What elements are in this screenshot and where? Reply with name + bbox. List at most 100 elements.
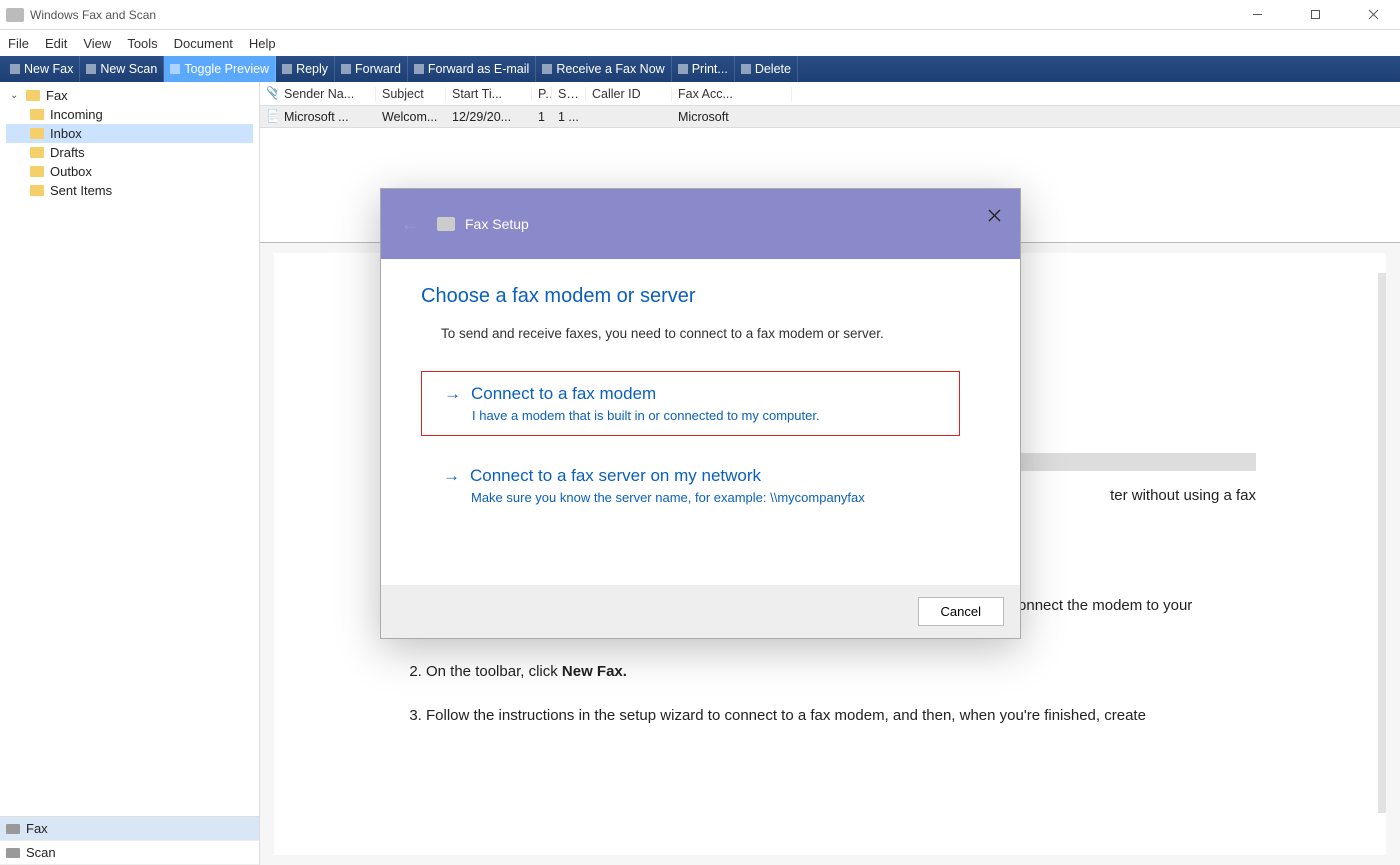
fax-icon [437, 217, 455, 231]
cell-account: Microsoft [672, 110, 792, 124]
menu-tools[interactable]: Tools [127, 36, 157, 51]
close-button[interactable] [1358, 1, 1388, 29]
email-icon [414, 64, 424, 74]
arrow-right-icon: → [443, 466, 460, 486]
toolbar: New Fax New Scan Toggle Preview Reply Fo… [0, 56, 1400, 82]
cell-attach: 📄 [260, 109, 278, 124]
tree-label: Drafts [50, 145, 85, 160]
col-subject[interactable]: Subject [376, 87, 446, 101]
option-server-title: Connect to a fax server on my network [470, 466, 761, 486]
window-title: Windows Fax and Scan [30, 8, 1242, 22]
fax-setup-dialog: ← Fax Setup Choose a fax modem or server… [380, 188, 1021, 639]
receive-icon [542, 64, 552, 74]
tree-label: Sent Items [50, 183, 112, 198]
new-scan-button[interactable]: New Scan [80, 56, 164, 82]
arrow-right-icon: → [444, 384, 461, 404]
minimize-button[interactable] [1242, 1, 1272, 29]
delete-button[interactable]: Delete [735, 56, 798, 82]
titlebar: Windows Fax and Scan [0, 0, 1400, 30]
tree-item-sent[interactable]: Sent Items [6, 181, 253, 200]
doc-step-2-text: On the toolbar, click [426, 663, 562, 680]
dialog-titlebar: ← Fax Setup [381, 189, 1020, 259]
doc-step-3: Follow the instructions in the setup wiz… [426, 705, 1256, 728]
menu-bar: File Edit View Tools Document Help [0, 30, 1400, 56]
forward-email-button[interactable]: Forward as E-mail [408, 56, 536, 82]
scan-icon [6, 848, 20, 858]
column-headers: 📎 Sender Na... Subject Start Ti... P... … [260, 82, 1400, 106]
new-fax-button[interactable]: New Fax [4, 56, 80, 82]
col-pages[interactable]: P... [532, 87, 552, 101]
dialog-title: Fax Setup [465, 216, 529, 232]
tree-root-fax[interactable]: ⌄ Fax [6, 86, 253, 105]
forward-icon [341, 64, 351, 74]
preview-scrollbar[interactable] [1378, 273, 1386, 813]
folder-icon [30, 147, 44, 158]
dialog-heading: Choose a fax modem or server [421, 285, 960, 308]
forward-label: Forward [355, 62, 401, 76]
tree-root-label: Fax [46, 88, 68, 103]
delete-icon [741, 64, 751, 74]
bottom-nav-label: Scan [26, 845, 56, 860]
col-account[interactable]: Fax Acc... [672, 87, 792, 101]
toggle-preview-button[interactable]: Toggle Preview [164, 56, 276, 82]
tree-item-drafts[interactable]: Drafts [6, 143, 253, 162]
col-size[interactable]: Size [552, 87, 586, 101]
option-modem-desc: I have a modem that is built in or conne… [472, 408, 937, 423]
dialog-subheading: To send and receive faxes, you need to c… [441, 326, 960, 341]
tree-item-incoming[interactable]: Incoming [6, 105, 253, 124]
new-scan-label: New Scan [100, 62, 157, 76]
menu-file[interactable]: File [8, 36, 29, 51]
option-server-desc: Make sure you know the server name, for … [471, 490, 938, 505]
cell-start: 12/29/20... [446, 110, 532, 124]
reply-button[interactable]: Reply [276, 56, 335, 82]
bottom-nav-label: Fax [26, 821, 48, 836]
doc-step-2-bold: New Fax. [562, 663, 627, 680]
option-modem-title: Connect to a fax modem [471, 384, 656, 404]
doc-step-2: On the toolbar, click New Fax. [426, 661, 1256, 684]
menu-help[interactable]: Help [249, 36, 276, 51]
col-sender[interactable]: Sender Na... [278, 87, 376, 101]
bottom-nav-fax[interactable]: Fax [0, 817, 259, 841]
app-icon [6, 8, 24, 22]
tree-item-inbox[interactable]: Inbox [6, 124, 253, 143]
menu-view[interactable]: View [83, 36, 111, 51]
chevron-down-icon: ⌄ [10, 90, 20, 101]
receive-fax-label: Receive a Fax Now [556, 62, 664, 76]
new-fax-label: New Fax [24, 62, 73, 76]
forward-button[interactable]: Forward [335, 56, 408, 82]
maximize-button[interactable] [1300, 1, 1330, 29]
option-connect-modem[interactable]: → Connect to a fax modem I have a modem … [421, 371, 960, 436]
fax-icon [6, 824, 20, 834]
reply-label: Reply [296, 62, 328, 76]
col-attach[interactable]: 📎 [260, 86, 278, 101]
sidebar: ⌄ Fax Incoming Inbox Drafts Outbox Sent … [0, 82, 260, 865]
dialog-footer: Cancel [381, 585, 1020, 638]
col-caller[interactable]: Caller ID [586, 87, 672, 101]
tree-item-outbox[interactable]: Outbox [6, 162, 253, 181]
cancel-button[interactable]: Cancel [918, 597, 1004, 626]
print-button[interactable]: Print... [672, 56, 735, 82]
preview-icon [170, 64, 180, 74]
reply-icon [282, 64, 292, 74]
dialog-body: Choose a fax modem or server To send and… [381, 259, 1020, 585]
print-icon [678, 64, 688, 74]
col-start[interactable]: Start Ti... [446, 87, 532, 101]
scan-icon [86, 64, 96, 74]
folder-icon [30, 109, 44, 120]
folder-icon [30, 128, 44, 139]
menu-document[interactable]: Document [174, 36, 233, 51]
table-row[interactable]: 📄 Microsoft ... Welcom... 12/29/20... 1 … [260, 106, 1400, 128]
receive-fax-button[interactable]: Receive a Fax Now [536, 56, 671, 82]
folder-icon [30, 166, 44, 177]
back-arrow-icon[interactable]: ← [401, 214, 419, 235]
folder-tree: ⌄ Fax Incoming Inbox Drafts Outbox Sent … [0, 82, 259, 816]
dialog-close-button[interactable] [982, 203, 1006, 227]
print-label: Print... [692, 62, 728, 76]
menu-edit[interactable]: Edit [45, 36, 67, 51]
bottom-nav-scan[interactable]: Scan [0, 841, 259, 865]
option-connect-server[interactable]: → Connect to a fax server on my network … [421, 454, 960, 517]
fax-icon [10, 64, 20, 74]
folder-icon [26, 90, 40, 101]
tree-label: Outbox [50, 164, 92, 179]
delete-label: Delete [755, 62, 791, 76]
